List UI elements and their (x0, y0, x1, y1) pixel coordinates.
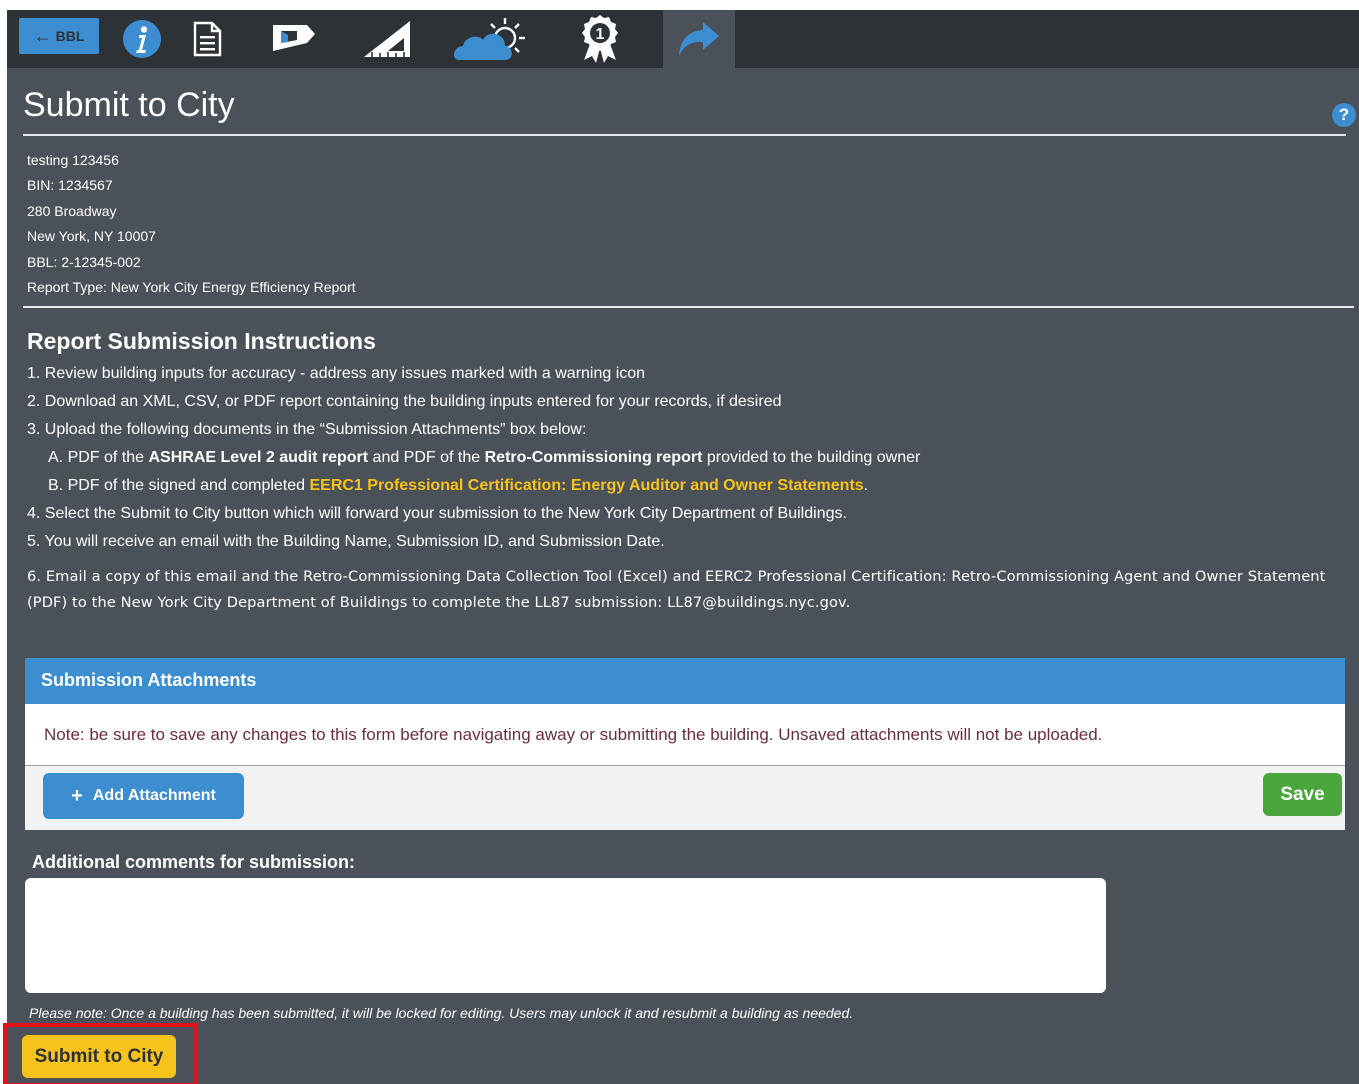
instruction-step-3: 3. Upload the following documents in the… (27, 421, 587, 438)
step-3b-suffix: . (863, 477, 869, 494)
help-icon[interactable]: ? (1332, 103, 1356, 127)
report-type: Report Type: New York City Energy Effici… (27, 279, 356, 296)
attachments-actions: + Add Attachment Save (25, 766, 1345, 830)
certification-tab[interactable]: 1 (575, 10, 625, 68)
building-icon (273, 25, 315, 51)
instruction-step-5: 5. You will receive an email with the Bu… (27, 533, 665, 550)
back-to-bbl-label: BBL (55, 28, 85, 44)
add-attachment-button[interactable]: + Add Attachment (43, 773, 244, 819)
lock-note: Please note: Once a building has been su… (29, 1005, 854, 1021)
instruction-step-6: 6. Email a copy of this email and the Re… (27, 568, 1326, 611)
submit-to-city-button[interactable]: Submit to City (22, 1035, 176, 1078)
instruction-step-1: 1. Review building inputs for accuracy -… (27, 365, 646, 382)
document-icon (193, 21, 222, 57)
step-3b-prefix: B. PDF of the signed and completed (48, 477, 310, 494)
building-bbl: BBL: 2-12345-002 (27, 253, 141, 270)
building-bin: BIN: 1234567 (27, 177, 113, 194)
add-attachment-label: Add Attachment (92, 787, 216, 804)
submit-tab[interactable] (663, 10, 735, 68)
comments-textarea[interactable] (25, 878, 1106, 993)
weather-tab[interactable] (452, 10, 532, 68)
info-icon (123, 20, 161, 58)
step-3a-mid: and PDF of the (368, 449, 485, 466)
award-icon: 1 (582, 15, 618, 63)
document-tab[interactable] (185, 10, 229, 68)
svg-text:1: 1 (596, 26, 605, 43)
back-to-bbl-button[interactable]: ← BBL (19, 18, 99, 54)
instruction-step-3b: B. PDF of the signed and completed EERC1… (27, 476, 1327, 504)
instruction-step-4: 4. Select the Submit to City button whic… (27, 505, 847, 522)
retro-commissioning-report-label: Retro-Commissioning report (484, 449, 703, 466)
ruler-icon (364, 21, 410, 57)
title-divider (23, 134, 1346, 136)
attachments-header: Submission Attachments (25, 658, 1345, 704)
building-info: testing 123456 BIN: 1234567 280 Broadway… (27, 148, 356, 300)
comments-label: Additional comments for submission: (32, 852, 356, 872)
ashrae-audit-report-label: ASHRAE Level 2 audit report (148, 449, 369, 466)
building-tab[interactable] (263, 10, 323, 68)
attachments-note: Note: be sure to save any changes to thi… (25, 704, 1345, 766)
building-street: 280 Broadway (27, 202, 117, 219)
share-icon (679, 22, 719, 56)
building-name: testing 123456 (27, 152, 119, 168)
geometry-tab[interactable] (357, 10, 417, 68)
info-divider (23, 306, 1354, 308)
info-tab[interactable] (119, 10, 165, 68)
eerc1-certification-link[interactable]: EERC1 Professional Certification: Energy… (309, 477, 863, 494)
instruction-step-3a: A. PDF of the ASHRAE Level 2 audit repor… (27, 448, 1327, 476)
step-3a-prefix: A. PDF of the (48, 449, 149, 466)
instructions-list: 1. Review building inputs for accuracy -… (27, 364, 1327, 616)
page-title: Submit to City (23, 86, 235, 124)
weather-icon (454, 18, 525, 60)
building-city: New York, NY 10007 (27, 228, 156, 245)
step-3a-suffix: provided to the building owner (702, 449, 921, 466)
instruction-step-2: 2. Download an XML, CSV, or PDF report c… (27, 393, 782, 410)
instructions-title: Report Submission Instructions (27, 328, 376, 354)
save-button[interactable]: Save (1263, 773, 1342, 816)
submission-attachments-panel: Submission Attachments Note: be sure to … (25, 658, 1345, 830)
submit-page-panel: Submit to City ? testing 123456 BIN: 123… (3, 68, 1359, 1084)
top-navigation-bar: ← BBL 1 (7, 10, 1359, 68)
plus-icon: + (71, 785, 83, 807)
arrow-left-icon: ← (33, 26, 52, 46)
